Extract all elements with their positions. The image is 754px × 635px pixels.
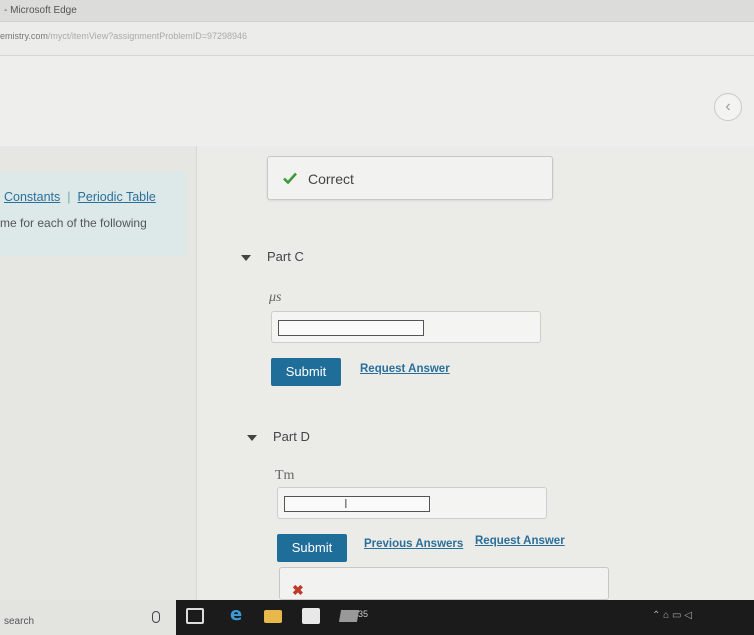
text-cursor-icon: I [344,496,348,511]
left-panel: Constants | Periodic Table me for each of … [0,146,197,600]
back-chevron-button[interactable]: ‹ [714,93,742,121]
part-c-unit: μs [269,290,282,305]
url-domain: emistry.com [0,31,48,41]
incorrect-feedback: ✖ [279,567,609,600]
mail-icon[interactable] [338,610,360,622]
main-content: Correct Part C μs Submit Request Answer … [197,146,754,600]
part-c-header[interactable]: Part C [241,249,304,264]
caret-down-icon [241,254,251,261]
part-c-answer-input[interactable] [278,320,424,336]
part-c-answer-area [271,311,541,343]
part-d-previous-answers-link[interactable]: Previous Answers [364,538,463,550]
x-icon: ✖ [292,582,304,598]
part-d-title: Part D [273,429,310,444]
part-d-submit-button[interactable]: Submit [277,534,347,562]
store-icon[interactable] [302,608,320,624]
instruction-text: me for each of the following [0,216,147,230]
part-d-header[interactable]: Part D [247,429,310,444]
edge-browser-icon[interactable]: e [230,604,248,625]
file-explorer-icon[interactable] [264,610,282,623]
correct-feedback: Correct [267,156,553,200]
system-tray-icons[interactable]: ⌃ ⌂ ▭ ◁ [652,610,692,621]
link-separator: | [67,190,71,204]
url-text[interactable]: emistry.com/myct/itemView?assignmentProb… [0,31,247,41]
constants-link[interactable]: Constants [4,190,60,204]
part-c-title: Part C [267,249,304,264]
part-c-submit-button[interactable]: Submit [271,358,341,386]
taskbar-search[interactable]: search [0,600,176,635]
os-taskbar: search e 35 ⌃ ⌂ ▭ ◁ [0,600,754,635]
part-d-answer-input[interactable] [284,496,430,512]
checkmark-icon [283,172,297,185]
part-d-request-answer-link[interactable]: Request Answer [475,535,565,547]
url-path: /myct/itemView?assignmentProblemID=97298… [47,31,248,41]
task-view-icon[interactable] [186,608,204,624]
search-label: search [4,616,35,627]
window-title: - Microsoft Edge [4,5,77,16]
window-titlebar: - Microsoft Edge [0,0,754,22]
microphone-icon[interactable] [152,611,160,623]
caret-down-icon [247,434,257,441]
reference-links: Constants | Periodic Table [4,190,156,204]
address-bar[interactable]: emistry.com/myct/itemView?assignmentProb… [0,22,754,56]
correct-label: Correct [308,171,354,187]
mail-badge: 35 [358,609,369,619]
info-box: Constants | Periodic Table me for each of … [0,172,186,256]
page-header-area [0,56,754,146]
part-d-unit: Tm [275,468,295,483]
part-d-answer-area: I [277,487,547,519]
periodic-table-link[interactable]: Periodic Table [78,190,156,204]
part-c-request-answer-link[interactable]: Request Answer [360,363,450,375]
